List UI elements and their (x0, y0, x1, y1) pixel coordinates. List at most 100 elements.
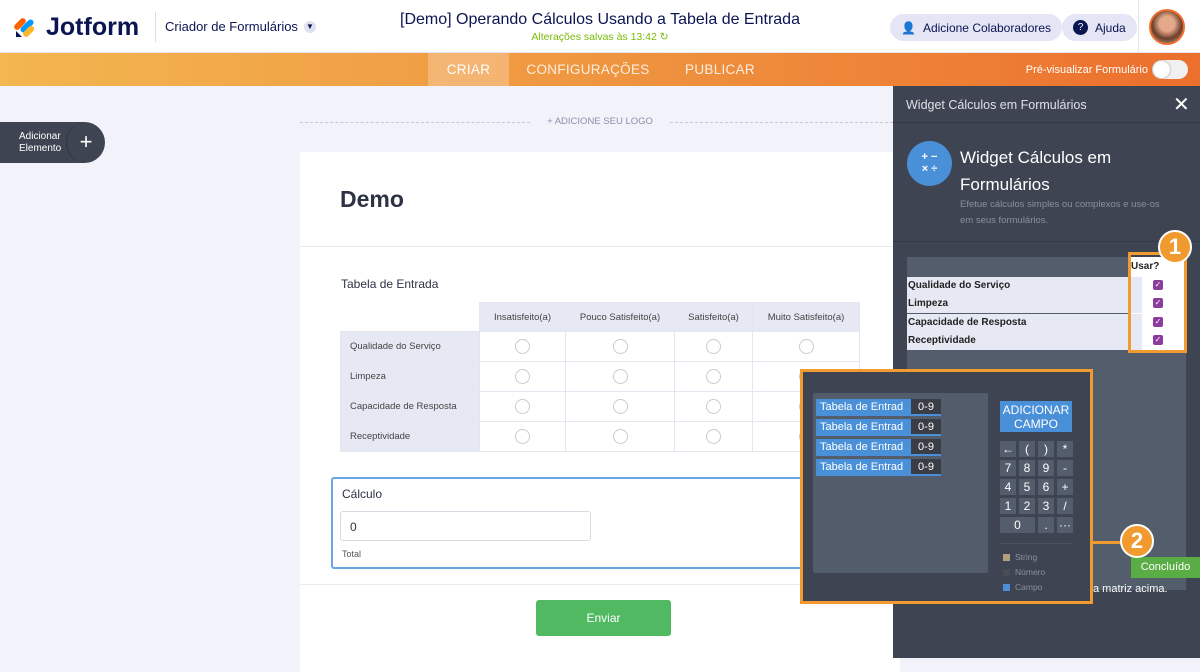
user-icon: 👤 (901, 20, 916, 35)
highlight-box (1128, 252, 1187, 353)
input-table: Insatisfeito(a) Pouco Satisfeito(a) Sati… (340, 302, 860, 452)
form-heading[interactable]: Demo (340, 186, 404, 213)
column-header: Muito Satisfeito(a) (752, 302, 860, 332)
keypad-key[interactable]: ( (1019, 441, 1035, 457)
calculation-input[interactable]: 0 (340, 511, 591, 541)
table-row: Receptividade (340, 421, 860, 452)
radio-button[interactable] (612, 429, 628, 444)
formula-field[interactable]: Tabela de Entrad 0-9 (816, 459, 941, 476)
keypad-key[interactable]: 4 (1000, 479, 1016, 495)
keypad-key[interactable]: ← (1000, 441, 1016, 457)
builder-label: Criador de Formulários (165, 19, 298, 34)
keypad-key[interactable]: ··· (1057, 517, 1073, 533)
formula-field[interactable]: Tabela de Entrad 0-9 (816, 399, 941, 416)
formula-area[interactable]: Tabela de Entrad 0-9 Tabela de Entrad 0-9 … (813, 393, 988, 573)
add-logo-button[interactable]: + ADICIONE SEU LOGO (530, 116, 670, 127)
keypad-key[interactable]: ) (1038, 441, 1054, 457)
field-type: 0-9 (911, 399, 941, 416)
radio-button[interactable] (612, 339, 628, 354)
user-avatar[interactable] (1149, 9, 1185, 45)
add-collaborators-label: Adicione Colaboradores (922, 20, 1052, 35)
plus-icon: + (66, 122, 105, 163)
add-element-button[interactable]: Adicionar Elemento + (0, 122, 105, 163)
divider (1000, 543, 1072, 544)
field-name: Tabela de Entrad (816, 419, 911, 436)
use-row-label: Receptividade (907, 332, 1142, 350)
keypad-key[interactable]: 2 (1019, 498, 1035, 514)
legend-number: Número (1003, 567, 1045, 577)
submit-button[interactable]: Enviar (536, 600, 671, 636)
help-icon: ? (1073, 20, 1088, 35)
keypad-key[interactable]: 3 (1038, 498, 1054, 514)
field-type: 0-9 (911, 419, 941, 436)
preview-label: Pré-visualizar Formulário (1025, 64, 1148, 76)
table-row: Limpeza (340, 361, 860, 392)
field-name: Tabela de Entrad (816, 459, 911, 476)
save-status-text: Alterações salvas às 13:42 (531, 31, 657, 43)
keypad-key[interactable]: / (1057, 498, 1073, 514)
formula-field[interactable]: Tabela de Entrad 0-9 (816, 439, 941, 456)
keypad-key[interactable]: 5 (1019, 479, 1035, 495)
jotform-logo[interactable]: Jotform (14, 12, 157, 42)
widget-title-line1: Widget Cálculos em (960, 148, 1112, 167)
keypad-key[interactable]: 6 (1038, 479, 1054, 495)
done-button[interactable]: Concluído (1131, 557, 1200, 578)
tab-criar[interactable]: CRIAR (428, 53, 509, 86)
column-header: Insatisfeito(a) (479, 302, 566, 332)
keypad-key[interactable]: 9 (1038, 460, 1054, 476)
radio-button[interactable] (515, 399, 530, 414)
row-label: Qualidade do Serviço (340, 331, 480, 362)
add-collaborators-button[interactable]: 👤 Adicione Colaboradores (890, 14, 1063, 41)
legend-string: String (1003, 552, 1037, 562)
keypad-key[interactable]: . (1038, 517, 1054, 533)
panel-header: Widget Cálculos em Formulários (906, 98, 1087, 112)
radio-button[interactable] (612, 369, 628, 384)
keypad-key[interactable]: 7 (1000, 460, 1016, 476)
radio-button[interactable] (612, 399, 628, 414)
use-row-label: Limpeza (907, 295, 1142, 313)
radio-button[interactable] (798, 339, 814, 354)
jotform-logo-icon (14, 18, 35, 37)
keypad-key[interactable]: * (1057, 441, 1073, 457)
radio-button[interactable] (515, 339, 530, 354)
divider (670, 122, 893, 123)
tab-publicar[interactable]: PUBLICAR (670, 53, 770, 86)
brand-name: Jotform (46, 12, 140, 41)
form-title[interactable]: [Demo] Operando Cálculos Usando a Tabela… (300, 11, 900, 29)
radio-button[interactable] (515, 429, 530, 444)
formula-field[interactable]: Tabela de Entrad 0-9 (816, 419, 941, 436)
radio-button[interactable] (515, 369, 530, 384)
radio-button[interactable] (706, 339, 721, 354)
radio-button[interactable] (706, 399, 721, 414)
close-icon[interactable]: ✕ (1173, 92, 1190, 117)
keypad-key[interactable]: 8 (1019, 460, 1035, 476)
legend-field: Campo (1003, 582, 1042, 592)
preview-toggle[interactable] (1152, 60, 1188, 79)
calculation-label: Cálculo (342, 487, 383, 501)
keypad-key[interactable]: - (1057, 460, 1073, 476)
calculation-sublabel: Total (342, 549, 362, 559)
save-status: Alterações salvas às 13:42 ↻ (300, 31, 900, 43)
footer-text: a matriz acima. (1093, 583, 1168, 595)
column-header: Satisfeito(a) (674, 302, 753, 332)
column-header: Pouco Satisfeito(a) (565, 302, 675, 332)
keypad-key[interactable]: + (1057, 479, 1073, 495)
help-button[interactable]: ? Ajuda (1062, 14, 1137, 41)
radio-button[interactable] (706, 429, 721, 444)
add-element-line2: Elemento (19, 143, 62, 154)
add-field-button[interactable]: ADICIONAR CAMPO (1000, 401, 1072, 432)
widget-description-line1: Efetue cálculos simples ou complexos e u… (960, 199, 1160, 210)
field-type: 0-9 (911, 459, 941, 476)
table-label: Tabela de Entrada (341, 277, 439, 291)
builder-menu[interactable]: Criador de Formulários ▼ (165, 19, 316, 34)
divider (300, 246, 900, 247)
add-element-label: Adicionar Elemento (19, 131, 61, 155)
legend-label: Número (1015, 567, 1046, 577)
widget-title-line2: Formulários (960, 175, 1050, 194)
radio-button[interactable] (706, 369, 721, 384)
keypad-key[interactable]: 0 (1000, 517, 1035, 533)
tab-configuracoes[interactable]: CONFIGURAÇÕES (512, 53, 664, 86)
calculator-icon: + − × ÷ (907, 141, 952, 186)
legend-label: String (1015, 552, 1038, 562)
keypad-key[interactable]: 1 (1000, 498, 1016, 514)
